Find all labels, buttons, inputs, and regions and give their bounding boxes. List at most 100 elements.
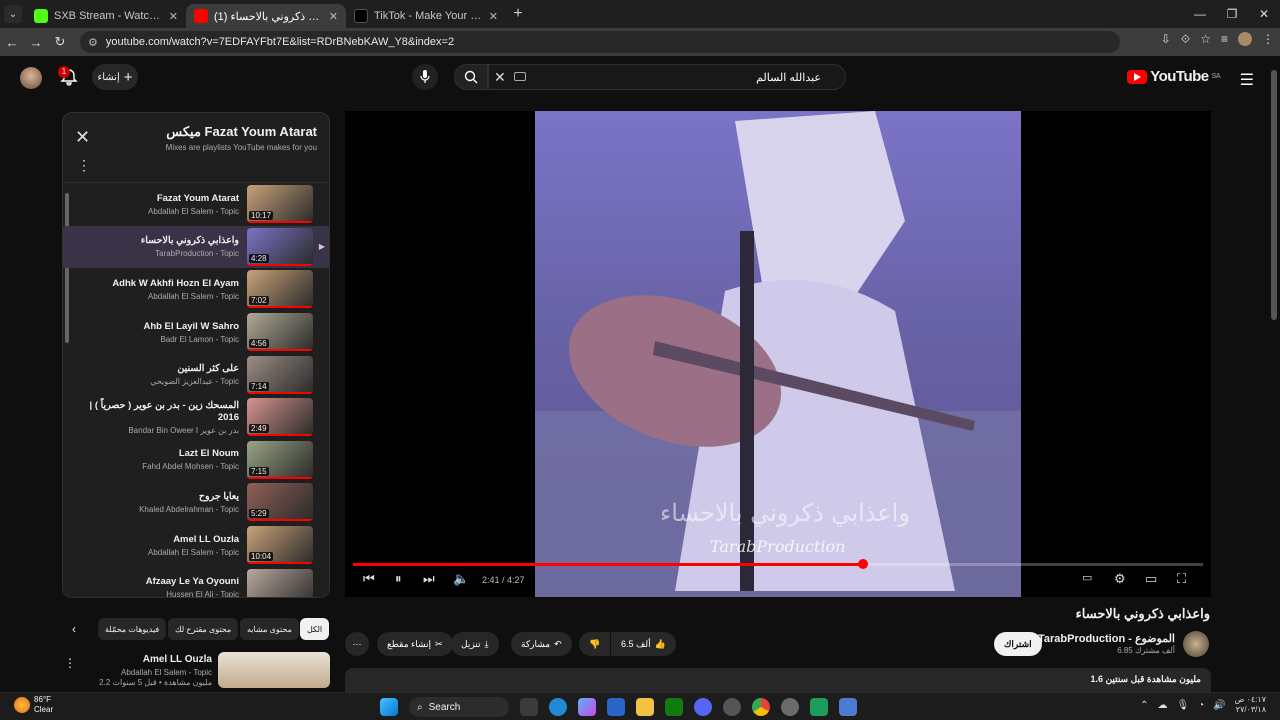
reading-list-icon[interactable]: ≡ (1221, 32, 1228, 47)
create-button[interactable]: إنشاء + (92, 64, 138, 90)
clear-search-icon[interactable]: ✕ (494, 69, 506, 86)
clip-label: إنشاء مقطع (387, 638, 432, 649)
duration-badge: 4:56 (249, 339, 269, 349)
scrubber-handle[interactable] (858, 559, 868, 569)
video-player[interactable]: واعذابي ذكروني بالاحساء TarabProduction … (345, 111, 1211, 597)
store-icon[interactable] (607, 698, 625, 716)
url-field[interactable]: ⚙ youtube.com/watch?v=7EDFAYFbt7E&list=R… (80, 31, 1120, 53)
edge-icon[interactable] (549, 698, 567, 716)
close-tab-icon[interactable]: ✕ (489, 10, 498, 23)
channel-avatar[interactable] (1183, 631, 1209, 657)
chips-prev-icon[interactable]: ‹ (72, 622, 76, 636)
tray-overflow-icon[interactable]: ⌃ (1140, 700, 1148, 711)
playlist-item[interactable]: Afzaay Le Ya Oyouni Hussen El Ali - Topic (63, 566, 329, 597)
close-icon[interactable]: ✕ (75, 127, 90, 148)
more-actions-button[interactable]: ⋯ (345, 632, 369, 656)
more-options-icon[interactable]: ⋮ (77, 157, 91, 174)
install-icon[interactable]: ⇩ (1161, 32, 1171, 47)
playlist-item[interactable]: Fazat Youm Atarat Abdallah El Salem - Top… (63, 183, 329, 226)
search-input[interactable]: عبدالله السالم (488, 64, 846, 90)
watched-bar (247, 476, 313, 479)
playlist-items: Fazat Youm Atarat Abdallah El Salem - Top… (63, 183, 329, 597)
clip-button[interactable]: إنشاء مقطع ✂ (377, 632, 453, 656)
pause-icon[interactable]: ⏸ (395, 571, 402, 587)
chatgpt-icon[interactable] (781, 698, 799, 716)
theater-mode-icon[interactable]: ▭ (1145, 571, 1157, 587)
taskbar-search[interactable]: ⌕ Search (409, 697, 509, 717)
copilot-icon[interactable] (578, 698, 596, 716)
chip-similar[interactable]: محتوى مشابه (240, 618, 299, 640)
guide-menu-icon[interactable]: ☰ (1240, 70, 1254, 90)
playlist-item[interactable]: Lazt El Noum Fahd Abdel Mohsen - Topic 7:1… (63, 439, 329, 482)
shield-icon[interactable] (839, 698, 857, 716)
reload-icon[interactable]: ↻ (48, 34, 72, 50)
playlist-item[interactable]: Amel LL Ouzla Abdallah El Salem - Topic 10… (63, 524, 329, 567)
forward-icon[interactable]: → (24, 35, 48, 50)
recommended-video[interactable]: ⋮ Amel LL Ouzla Abdallah El Salem - Topi… (62, 650, 330, 690)
chip-recommended[interactable]: محتوى مقترح لك (168, 618, 239, 640)
volume-icon[interactable]: 🔈 (453, 571, 469, 587)
maximize-icon[interactable]: ❐ (1216, 0, 1248, 28)
speaker-icon[interactable]: 🔊 (1213, 700, 1225, 711)
weather-condition: Clear (34, 705, 54, 714)
account-avatar[interactable] (20, 67, 42, 89)
playlist-item-thumbnail: 4:28 (247, 227, 313, 266)
microphone-icon[interactable]: 🎙 (1176, 700, 1189, 711)
task-view-icon[interactable] (520, 698, 538, 716)
download-button[interactable]: تنزيل ⤓ (451, 632, 499, 656)
translate-icon[interactable]: ⟐ (1181, 32, 1190, 47)
fullscreen-icon[interactable]: ⛶ (1177, 571, 1186, 587)
next-icon[interactable]: ⏭ (423, 571, 435, 587)
minimize-icon[interactable]: — (1184, 0, 1216, 28)
site-info-icon[interactable]: ⚙ (88, 36, 98, 49)
keyboard-icon[interactable] (514, 72, 526, 81)
voice-search-icon[interactable] (412, 64, 438, 90)
clock[interactable]: ٠٤:١٧ ص ٢٧/٠٣/١٨ (1235, 695, 1266, 715)
page-scrollbar[interactable] (1270, 60, 1278, 696)
playlist-item[interactable]: المسحك زين - بدر بن عوير ( حصرياً ) | 20… (63, 396, 329, 439)
new-tab-button[interactable]: + (506, 5, 530, 23)
profile-avatar[interactable] (1238, 32, 1252, 46)
tab-0[interactable]: SXB Stream - Watch Live on Ki ✕ (26, 4, 186, 28)
chrome-menu-icon[interactable]: ⋮ (1262, 32, 1274, 47)
subtitles-icon[interactable]: ▭ (1082, 571, 1092, 584)
tab-1[interactable]: (1) واعذابي ذكروني بالاحساء ✕ (186, 4, 346, 28)
search-button[interactable] (454, 64, 488, 90)
bookmark-star-icon[interactable]: ☆ (1200, 32, 1211, 47)
video-progress-bar[interactable] (353, 559, 1203, 569)
watched-bar (247, 562, 313, 565)
playlist-item[interactable]: يعايا جروح Khaled Abdelrahman - Topic 5:29 (63, 481, 329, 524)
chip-all[interactable]: الكل (300, 618, 330, 640)
channel-name[interactable]: TarabProduction - الموضوع (1038, 632, 1175, 645)
previous-icon[interactable]: ⏮ (363, 571, 375, 587)
onedrive-icon[interactable]: ☁ (1157, 700, 1167, 711)
settings-gear-icon[interactable]: ⚙ (1114, 571, 1126, 587)
youtube-logo[interactable]: YouTube SA (1127, 68, 1221, 85)
windows-start-icon[interactable] (380, 698, 398, 716)
discord-icon[interactable] (694, 698, 712, 716)
app-icon[interactable] (810, 698, 828, 716)
description-box[interactable]: 1.6 مليون مشاهدة قبل سنتين (345, 668, 1211, 692)
back-icon[interactable]: ← (0, 35, 24, 50)
chrome-icon[interactable] (752, 698, 770, 716)
tab-2[interactable]: TikTok - Make Your Day ✕ (346, 4, 506, 28)
tab-list-icon[interactable]: ⌄ (4, 5, 22, 23)
wifi-icon[interactable]: ◔ (1198, 700, 1204, 711)
playlist-item[interactable]: Ahb El Layil W Sahro Badr El Lamon - Topi… (63, 311, 329, 354)
settings-gear-icon[interactable] (723, 698, 741, 716)
xbox-icon[interactable] (665, 698, 683, 716)
more-options-icon[interactable]: ⋮ (64, 656, 76, 670)
weather-widget[interactable]: 86°F Clear (14, 695, 53, 715)
chip-uploads[interactable]: فيديوهات محمّلة (98, 618, 167, 640)
subscribe-button[interactable]: اشتراك (994, 632, 1042, 656)
file-explorer-icon[interactable] (636, 698, 654, 716)
playlist-item[interactable]: على كثر السنين عبدالعزيز الضويحي - Topic 7… (63, 353, 329, 396)
like-button[interactable]: 6.5 ألف 👍 (611, 632, 676, 656)
playlist-item[interactable]: ▶ واعذابي ذكروني بالاحساء TarabProduction … (63, 225, 329, 269)
playlist-item[interactable]: Adhk W Akhfi Hozn El Ayam Abdallah El Sal… (63, 268, 329, 311)
close-tab-icon[interactable]: ✕ (169, 10, 178, 23)
dislike-button[interactable]: 👎 (579, 632, 611, 656)
share-button[interactable]: مشاركة ↶ (511, 632, 572, 656)
close-tab-icon[interactable]: ✕ (329, 10, 338, 23)
close-window-icon[interactable]: ✕ (1248, 0, 1280, 28)
